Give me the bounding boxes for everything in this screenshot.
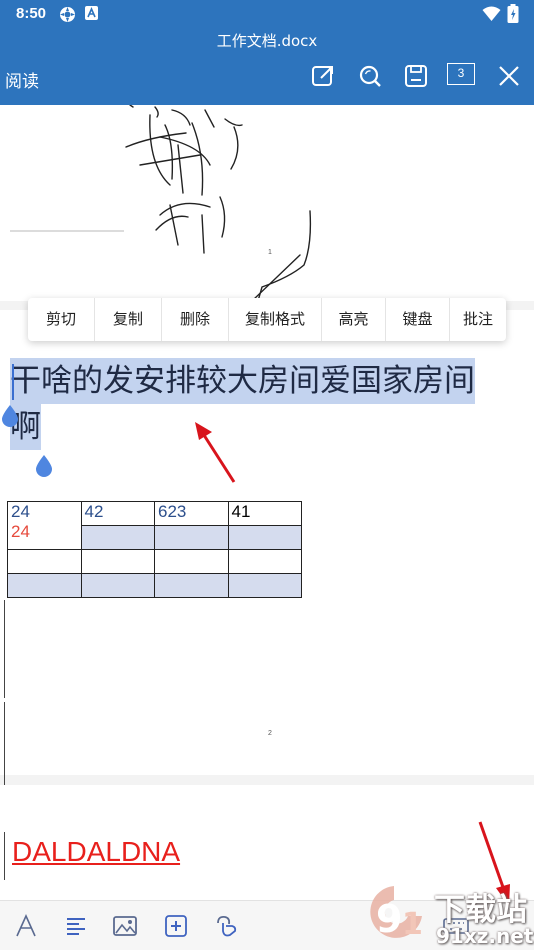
wifi-icon bbox=[482, 6, 501, 21]
menu-delete[interactable]: 删除 bbox=[162, 298, 229, 341]
menu-keyboard[interactable]: 键盘 bbox=[386, 298, 450, 341]
font-icon[interactable] bbox=[13, 913, 39, 939]
menu-comment[interactable]: 批注 bbox=[450, 298, 506, 341]
table-cell[interactable] bbox=[154, 573, 229, 598]
svg-text:1: 1 bbox=[402, 907, 423, 942]
document-title: 工作文档.docx bbox=[216, 32, 318, 50]
table-cell[interactable] bbox=[227, 549, 302, 574]
insert-icon[interactable] bbox=[163, 913, 189, 939]
table-cell[interactable] bbox=[154, 549, 229, 574]
table-row bbox=[7, 573, 302, 598]
close-icon[interactable] bbox=[496, 63, 522, 89]
image-icon[interactable] bbox=[112, 913, 138, 939]
text-cursor-line-3 bbox=[4, 832, 5, 880]
document-page-1: 1 bbox=[0, 105, 534, 301]
cell-value: 24 bbox=[11, 502, 30, 521]
menu-copy[interactable]: 复制 bbox=[95, 298, 162, 341]
read-mode-label[interactable]: 阅读 bbox=[5, 67, 39, 92]
table-cell[interactable] bbox=[227, 525, 302, 550]
battery-icon bbox=[507, 4, 519, 23]
link-icon[interactable] bbox=[213, 913, 239, 939]
selected-paragraph[interactable]: 干啥的发安排较大房间爱国家房间 啊 bbox=[10, 358, 530, 450]
table-cell[interactable] bbox=[7, 549, 82, 574]
table-row bbox=[7, 549, 302, 574]
page-number-2: 2 bbox=[268, 730, 272, 737]
save-icon[interactable] bbox=[403, 63, 429, 89]
watermark-site: 91xz.net bbox=[436, 924, 534, 948]
menu-cut[interactable]: 剪切 bbox=[28, 298, 95, 341]
annotation-arrow-up bbox=[195, 422, 236, 483]
table-cell[interactable]: 623 bbox=[154, 501, 229, 526]
handwriting-drawing bbox=[10, 105, 312, 301]
table-cell[interactable]: 41 bbox=[227, 501, 302, 526]
table-cell[interactable] bbox=[7, 573, 82, 598]
selection-start-handle[interactable] bbox=[1, 405, 19, 427]
edit-export-icon[interactable] bbox=[310, 63, 336, 89]
text-cursor-line-2 bbox=[4, 600, 5, 698]
menu-highlight[interactable]: 高亮 bbox=[322, 298, 386, 341]
selection-caret-start bbox=[12, 364, 14, 400]
table-cell[interactable] bbox=[227, 573, 302, 598]
cast-icon bbox=[60, 7, 75, 22]
watermark: 9 1 下载站 91xz.net bbox=[364, 880, 534, 950]
selection-end-handle[interactable] bbox=[35, 455, 53, 477]
menu-copy-format[interactable]: 复制格式 bbox=[229, 298, 322, 341]
table-row: 24 24 42 623 41 bbox=[7, 501, 302, 550]
table-cell[interactable] bbox=[154, 525, 229, 550]
a-icon bbox=[85, 6, 98, 20]
page-count-badge[interactable]: 3 bbox=[447, 63, 475, 85]
red-underlined-text[interactable]: DALDALDNA bbox=[12, 836, 180, 868]
table-cell[interactable] bbox=[80, 549, 155, 574]
status-time: 8:50 bbox=[16, 5, 47, 22]
page-number-1: 1 bbox=[268, 249, 272, 256]
table-cell[interactable]: 24 24 bbox=[7, 501, 82, 550]
selected-text-line-1[interactable]: 干啥的发安排较大房间爱国家房间 bbox=[10, 358, 475, 404]
watermark-logo-text: 下载站 bbox=[434, 892, 527, 928]
search-icon[interactable] bbox=[357, 63, 383, 89]
context-menu: 剪切 复制 删除 复制格式 高亮 键盘 批注 bbox=[28, 298, 506, 341]
cell-value-red: 24 bbox=[11, 522, 30, 541]
document-table[interactable]: 24 24 42 623 41 bbox=[7, 501, 302, 598]
watermark-logo-icon: 9 1 bbox=[370, 886, 423, 942]
table-cell[interactable]: 42 bbox=[80, 501, 155, 526]
status-bar: 8:50 bbox=[0, 0, 534, 28]
header-toolbar: 阅读 3 bbox=[0, 60, 534, 92]
paragraph-icon[interactable] bbox=[63, 913, 89, 939]
svg-text:9: 9 bbox=[376, 897, 402, 941]
table-cell[interactable] bbox=[80, 573, 155, 598]
app-header: 8:50 工作文档.docx 阅读 3 bbox=[0, 0, 534, 105]
table-cell[interactable] bbox=[80, 525, 155, 550]
